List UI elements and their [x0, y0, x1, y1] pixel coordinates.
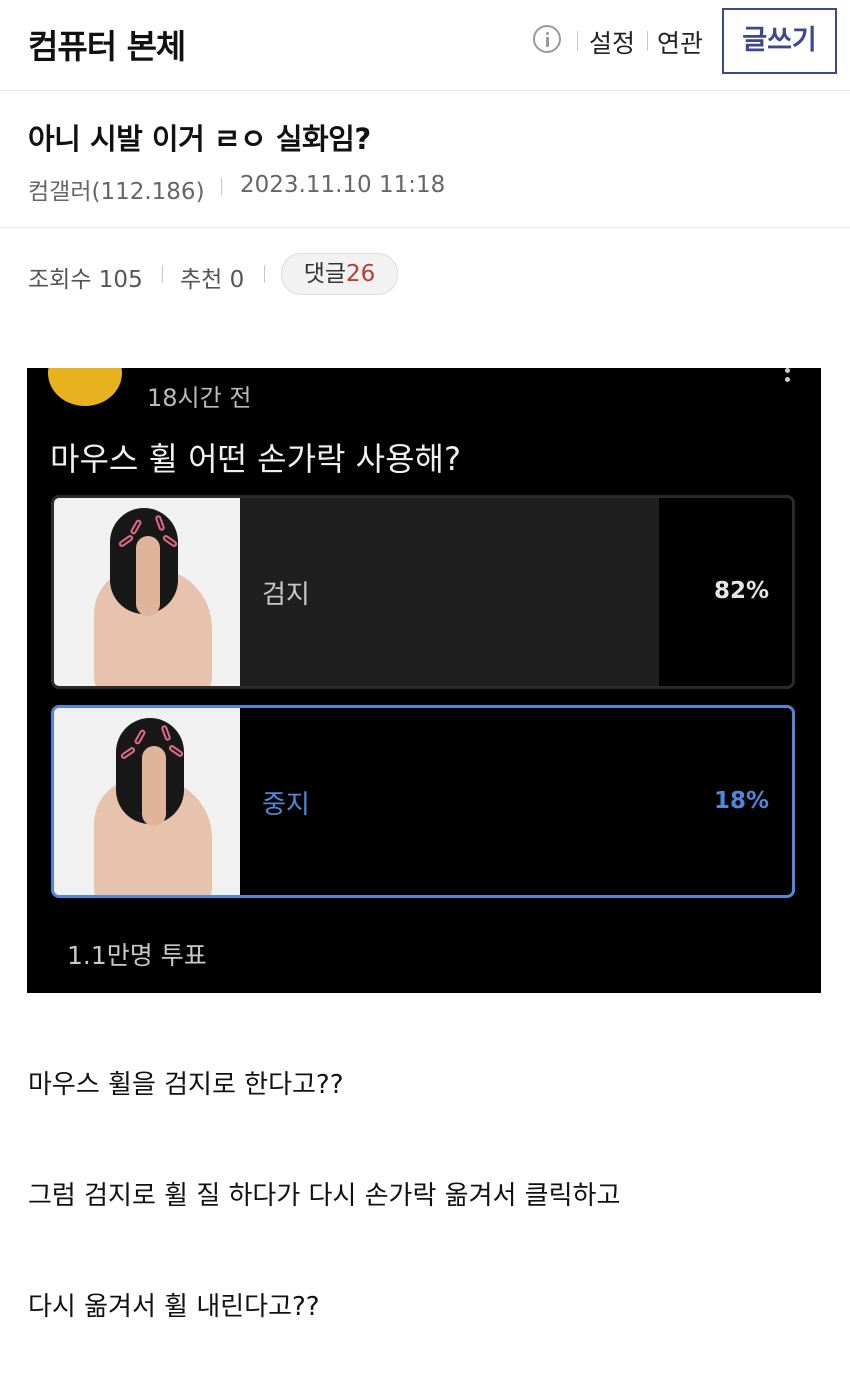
- related-link[interactable]: 연관: [657, 24, 703, 60]
- write-button[interactable]: 글쓰기: [722, 8, 837, 74]
- body-line: 그럼 검지로 휠 질 하다가 다시 손가락 옮겨서 클릭하고: [28, 1181, 621, 1211]
- divider: [647, 31, 648, 51]
- divider: [264, 265, 265, 283]
- recommend-count: 추천 0: [180, 260, 244, 294]
- mouse-hand-image: [54, 498, 240, 686]
- poll-screenshot: WOW 18시간 전 마우스 휠 어떤 손가락 사용해? 검지 82%: [27, 368, 821, 993]
- top-bar: 컴퓨터 본체 설정 연관 글쓰기: [0, 0, 850, 91]
- comment-count-value: 26: [346, 261, 376, 287]
- divider: [221, 178, 222, 196]
- recommend-count-value: 0: [229, 267, 245, 293]
- divider: [0, 227, 850, 228]
- comment-count-label: 댓글: [303, 261, 347, 287]
- poll-option-percent: 82%: [713, 578, 769, 604]
- settings-link[interactable]: 설정: [589, 24, 635, 60]
- body-line: 다시 옮겨서 휠 내린다고??: [28, 1292, 320, 1322]
- poll-option-percent: 18%: [713, 788, 769, 814]
- post-datetime: 2023.11.10 11:18: [240, 172, 446, 198]
- avatar: WOW: [48, 368, 122, 406]
- poll-vote-count: 1.1만명 투표: [67, 941, 207, 970]
- post-title: 아니 시발 이거 ㄹㅇ 실화임?: [28, 122, 371, 156]
- body-line: 마우스 휠을 검지로 한다고??: [28, 1070, 344, 1100]
- view-count-label: 조회수: [28, 267, 92, 293]
- divider: [577, 31, 578, 51]
- poll-option-middle: 중지 18%: [51, 705, 795, 898]
- view-count: 조회수 105: [28, 260, 143, 294]
- view-count-value: 105: [98, 267, 143, 293]
- info-icon[interactable]: [533, 25, 561, 53]
- poll-option-index: 검지 82%: [51, 495, 795, 689]
- poll-time: 18시간 전: [147, 384, 252, 412]
- poll-option-label: 중지: [262, 790, 310, 820]
- mouse-hand-image: [54, 708, 240, 895]
- poll-option-label: 검지: [262, 580, 310, 610]
- more-options-icon: [785, 368, 793, 386]
- divider: [162, 265, 163, 283]
- post-author[interactable]: 컴갤러(112.186): [28, 172, 205, 206]
- gallery-title[interactable]: 컴퓨터 본체: [28, 20, 186, 68]
- poll-question: 마우스 휠 어떤 손가락 사용해?: [50, 440, 461, 478]
- comment-count-button[interactable]: 댓글26: [281, 253, 398, 295]
- recommend-count-label: 추천: [180, 267, 223, 293]
